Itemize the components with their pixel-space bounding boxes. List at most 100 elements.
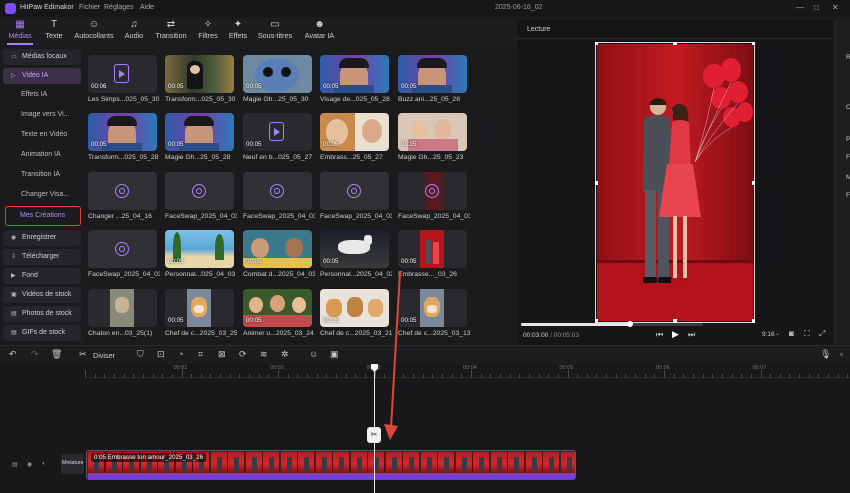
ruler-tick — [181, 370, 183, 378]
scissors-icon[interactable]: ✂ — [367, 427, 381, 443]
tab-effets[interactable]: ✦ Effets — [226, 19, 250, 43]
media-thumbnail — [88, 289, 157, 327]
image-icon[interactable]: ▣ — [330, 349, 339, 360]
sidebar-item-vidéos-de-stock[interactable]: ▣ Vidéos de stock — [3, 287, 81, 303]
minimize-icon[interactable]: — — [796, 3, 804, 12]
track-thumbnail-button[interactable]: Miniature — [61, 454, 84, 474]
ruler-tick — [249, 374, 251, 378]
speed-icon[interactable]: ◔ — [178, 349, 183, 359]
track-audio-icon[interactable]: ◐ — [42, 461, 46, 467]
more-icon[interactable]: ▫ — [840, 349, 843, 359]
redo-icon[interactable]: ↷ — [31, 349, 39, 360]
ai-avatar-icon[interactable]: ☺ — [309, 349, 318, 359]
media-item[interactable]: 00:05 Buzz ani...25_05_28 — [398, 55, 470, 107]
ruler-tick — [432, 374, 434, 378]
maximize-icon[interactable]: □ — [814, 3, 819, 12]
undo-icon[interactable]: ↶ — [9, 349, 17, 360]
chevron-down-icon[interactable]: ⌄ — [775, 330, 780, 337]
split-icon[interactable]: ✂ — [79, 349, 87, 360]
media-item[interactable]: 00:05 Magie Gh...25_05_28 — [165, 113, 237, 165]
sidebar-item-fond[interactable]: ▶ Fond — [3, 268, 81, 284]
rotate-icon[interactable]: ⟳ — [239, 349, 247, 360]
prev-frame-icon[interactable]: ⏮ — [656, 330, 663, 340]
resize-icon[interactable]: ⊠ — [218, 349, 226, 360]
media-item[interactable]: 00:05 Visage de...025_05_28 — [320, 55, 392, 107]
app-title: HitPaw Edimakor — [20, 4, 74, 11]
tab-avatar-ia[interactable]: ☻ Avatar IA — [302, 19, 337, 43]
sidebar-item-image-vers-vi[interactable]: Image vers Vi... — [3, 107, 81, 123]
media-item[interactable]: 00:06 Les Simps...025_05_30 — [88, 55, 160, 107]
media-item[interactable]: 00:05 Personnal...025_04_03 — [165, 230, 237, 282]
media-item[interactable]: 00:05 Transform...025_05_28 — [88, 113, 160, 165]
media-name: Buzz ani...25_05_28 — [398, 96, 460, 103]
media-item[interactable]: 00:05 Magie Gh...25_05_30 — [243, 55, 315, 107]
sidebar-item-texte-en-vidéo[interactable]: Texte en Vidéo — [3, 127, 81, 143]
tab-texte[interactable]: T Texte — [42, 19, 66, 43]
media-duration: 00:05 — [401, 258, 417, 265]
tab-transition[interactable]: ⇄ Transition — [153, 19, 189, 43]
ruler-tick — [509, 374, 511, 378]
video-clip[interactable]: 0:05 Embrasse ton amour_2025_03_26 — [86, 450, 576, 480]
split-button[interactable]: Diviser — [93, 351, 115, 360]
media-item[interactable]: FaceSwap_2025_04_03 — [243, 172, 315, 224]
sidebar-item-mes-créations[interactable]: Mes Créations — [5, 206, 81, 226]
menu-reglages[interactable]: Réglages — [104, 4, 134, 11]
track-visibility-icon[interactable]: ▤ — [12, 461, 18, 468]
crop-icon[interactable]: ⛶ — [804, 329, 810, 339]
menu-aide[interactable]: Aide — [140, 4, 154, 11]
sidebar-item-enregistrer[interactable]: ◉ Enregistrer — [3, 230, 81, 246]
tab-sous-titres[interactable]: ▭ Sous-titres — [255, 19, 295, 43]
crop-tool-icon[interactable]: ⌗ — [198, 349, 203, 360]
media-item[interactable]: 00:05 Combat d...2025_04_03 — [243, 230, 315, 282]
media-item[interactable]: 00:05 Neuf en b...025_05_27 — [243, 113, 315, 165]
sidebar-icon: ▤ — [11, 330, 17, 336]
tab-filtres[interactable]: ✧ Filtres — [195, 19, 221, 43]
ruler-tick — [644, 374, 646, 378]
media-item[interactable]: 00:05 Embrass...25_05_27 — [320, 113, 392, 165]
time-current: 00:03:00 — [523, 332, 549, 339]
sidebar-item-télécharger[interactable]: ⇩ Télécharger — [3, 249, 81, 265]
media-item[interactable]: 00:05 Transform...025_05_30 — [165, 55, 237, 107]
delete-icon[interactable]: 🗑 — [51, 349, 62, 360]
sidebar-item-changer-visa[interactable]: Changer Visa... — [3, 187, 81, 203]
sidebar-item-médias-locaux[interactable]: ▭ Médias locaux — [3, 49, 81, 65]
play-icon[interactable]: ▶ — [672, 329, 679, 340]
media-item[interactable]: FaceSwap_2025_04_03 — [88, 230, 160, 282]
close-icon[interactable]: ✕ — [832, 3, 839, 12]
progress-handle[interactable] — [627, 321, 634, 327]
sidebar-label: Enregistrer — [22, 234, 57, 241]
ruler-tick — [712, 374, 714, 378]
effects-icon[interactable]: ✲ — [281, 349, 289, 360]
snapshot-icon[interactable]: ◙ — [789, 329, 794, 338]
playback-progress[interactable] — [521, 321, 703, 327]
media-item[interactable]: FaceSwap_2025_04_03 — [320, 172, 392, 224]
shield-icon[interactable]: ⛉ — [137, 349, 144, 360]
ruler-tick — [268, 374, 270, 378]
sidebar-item-effets-ia[interactable]: Effets IA — [3, 87, 81, 103]
media-item[interactable]: 00:05 Animer u...2025_03_24 — [243, 289, 315, 341]
next-frame-icon[interactable]: ⏭ — [688, 330, 695, 340]
tab-audio[interactable]: ♫ Audio — [122, 19, 146, 43]
adjust-icon[interactable]: ≋ — [260, 349, 268, 360]
media-item[interactable]: 00:05 Chef de c...2025_03_25 — [165, 289, 237, 341]
microphone-icon[interactable]: 🎙 — [820, 349, 831, 360]
sidebar-item-photos-de-stock[interactable]: ▤ Photos de stock — [3, 306, 81, 322]
media-item[interactable]: 00:05 Magie Gh...25_05_23 — [398, 113, 470, 165]
tab-autocollants[interactable]: ☺ Autocollants — [72, 19, 116, 43]
sidebar-item-transition-ia[interactable]: Transition IA — [3, 167, 81, 183]
timeline-ruler: 00:0100:0200:0300:0400:0500:0600:07 — [85, 364, 850, 378]
fullscreen-icon[interactable]: ⤢ — [819, 329, 825, 339]
menu-fichier[interactable]: Fichier — [79, 4, 100, 11]
media-item[interactable]: Chaton en...03_25(1) — [88, 289, 160, 341]
sidebar-item-gifs-de-stock[interactable]: ▤ GIFs de stock — [3, 325, 81, 341]
sidebar-label: Effets IA — [21, 91, 48, 98]
sidebar-item-vidéo-ia[interactable]: ▷ Vidéo IA — [3, 68, 81, 84]
track-eye-icon[interactable]: ◉ — [27, 461, 32, 468]
sidebar-item-animation-ia[interactable]: Animation IA — [3, 147, 81, 163]
freeze-icon[interactable]: ⊡ — [157, 349, 165, 360]
tab-médias[interactable]: ▦ Médias — [5, 19, 35, 45]
media-item[interactable]: FaceSwap_2025_04_03 — [165, 172, 237, 224]
media-item[interactable]: FaceSwap_2025_04_03 — [398, 172, 470, 224]
media-item[interactable]: Changer ...25_04_16 — [88, 172, 160, 224]
aspect-ratio-dropdown[interactable]: 9:16 — [762, 331, 775, 338]
